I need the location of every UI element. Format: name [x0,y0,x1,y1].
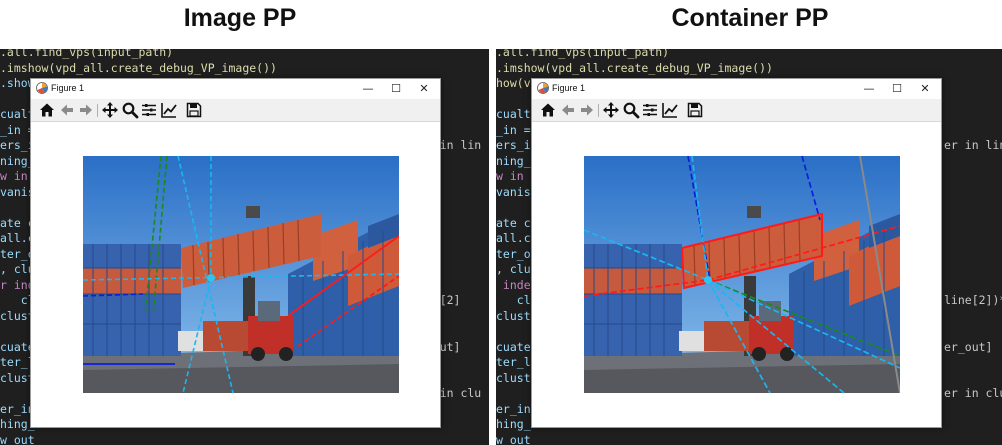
code-line: how(v [496,76,531,90]
code-line: .all.find_vps(input_path) [0,49,174,59]
matplotlib-app-icon [36,82,48,94]
code-line: .all.find_vps(input_path) [496,49,670,59]
save-icon[interactable] [185,101,203,119]
window-titlebar[interactable]: Figure 1 — ☐ ✕ [31,79,440,99]
code-line: inde [496,277,531,292]
code-line: .imshow(vpd_all.create_debug_VP_image()) [0,60,277,75]
figure-window-left[interactable]: Figure 1 — ☐ ✕ [30,78,441,428]
subplots-icon[interactable] [140,101,158,119]
close-button[interactable]: ✕ [410,80,438,98]
window-title: Figure 1 [552,83,586,93]
code-line: _in = [496,122,531,137]
back-arrow-icon[interactable] [58,101,76,119]
container-yard-photo [584,156,900,393]
code-fragment: line[2])* [944,293,1002,307]
window-title: Figure 1 [51,83,85,93]
back-arrow-icon[interactable] [559,101,577,119]
code-fragment: er in lines [944,138,1002,152]
edit-axis-icon[interactable] [661,101,679,119]
minimize-button[interactable]: — [855,80,883,98]
plot-image-left[interactable] [83,156,399,393]
maximize-button[interactable]: ☐ [382,80,410,98]
save-icon[interactable] [686,101,704,119]
pan-icon[interactable] [101,101,119,119]
figure-window-right[interactable]: Figure 1 — ☐ ✕ [531,78,942,428]
image-pp-heading: Image PP [183,4,297,32]
code-line: w in [0,169,28,183]
close-button[interactable]: ✕ [911,80,939,98]
figure-toolbar [31,99,440,122]
container-pp-heading: Container PP [671,4,829,32]
code-fragment: er_out] [944,339,993,354]
code-line: cuate [496,339,531,354]
code-line: w out [496,432,531,445]
figure-toolbar [532,99,941,122]
zoom-icon[interactable] [121,101,139,119]
maximize-button[interactable]: ☐ [883,80,911,98]
code-line: w in [496,169,524,183]
toolbar-separator [97,104,98,117]
minimize-button[interactable]: — [354,80,382,98]
zoom-icon[interactable] [622,101,640,119]
code-line: .imshow(vpd_all.create_debug_VP_image()) [496,60,773,75]
code-line: w out [0,432,35,445]
window-titlebar[interactable]: Figure 1 — ☐ ✕ [532,79,941,99]
edit-axis-icon[interactable] [160,101,178,119]
forward-arrow-icon[interactable] [578,101,596,119]
code-fragment: er in clu [944,386,1002,400]
plot-image-right[interactable] [584,156,900,393]
matplotlib-app-icon [537,82,549,94]
subplots-icon[interactable] [641,101,659,119]
forward-arrow-icon[interactable] [77,101,95,119]
pan-icon[interactable] [602,101,620,119]
home-icon[interactable] [539,101,557,119]
home-icon[interactable] [38,101,56,119]
toolbar-separator [598,104,599,117]
container-yard-photo [83,156,399,393]
